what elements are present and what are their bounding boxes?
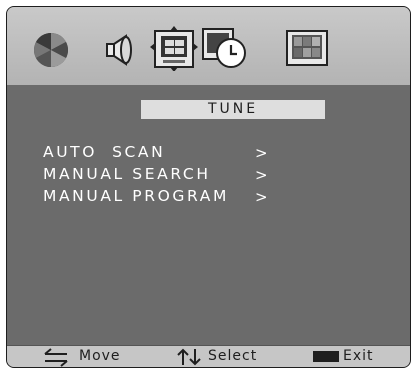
move-hint-label: Move — [79, 348, 121, 364]
chevron-right-icon: > — [255, 144, 268, 162]
menu-item-label: MANUAL PROGRAM — [43, 187, 229, 205]
menu-item-label: MANUAL SEARCH — [43, 165, 211, 183]
tune-menu-panel: TUNE AUTO SCAN > MANUAL SEARCH > MANUAL … — [7, 90, 410, 345]
select-hint-label: Select — [208, 348, 258, 364]
picture-icon[interactable] — [27, 25, 83, 71]
exit-button-icon — [313, 351, 339, 362]
menu-item-auto-scan[interactable]: AUTO SCAN — [43, 143, 165, 161]
clock-icon[interactable] — [197, 25, 253, 71]
setup-icon[interactable] — [283, 25, 339, 71]
menu-item-manual-search[interactable]: MANUAL SEARCH — [43, 165, 211, 183]
exit-hint-label: Exit — [343, 348, 374, 364]
hint-bar: Move Select Exit — [7, 345, 410, 367]
category-bar — [7, 7, 410, 85]
menu-item-manual-program[interactable]: MANUAL PROGRAM — [43, 187, 229, 205]
menu-item-label: AUTO SCAN — [43, 143, 166, 161]
osd-window: TUNE AUTO SCAN > MANUAL SEARCH > MANUAL … — [6, 6, 411, 368]
move-arrows-icon — [41, 347, 71, 367]
chevron-right-icon: > — [255, 166, 268, 184]
sound-icon[interactable] — [93, 25, 149, 71]
up-down-arrows-icon — [175, 347, 205, 367]
menu-title: TUNE — [141, 100, 325, 119]
chevron-right-icon: > — [255, 188, 268, 206]
